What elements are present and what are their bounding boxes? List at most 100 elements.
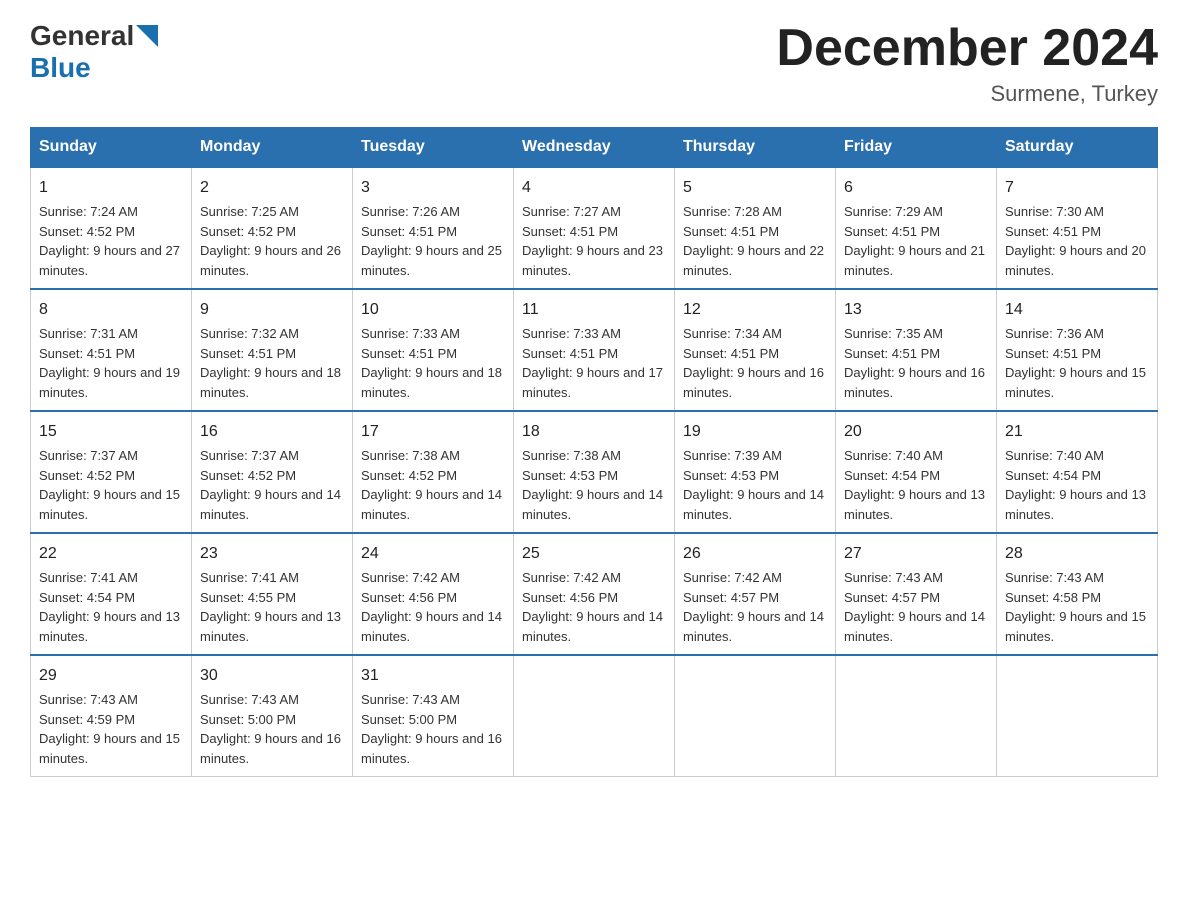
day-number: 14 bbox=[1005, 298, 1149, 322]
title-block: December 2024 Surmene, Turkey bbox=[776, 20, 1158, 107]
day-number: 4 bbox=[522, 176, 666, 200]
calendar-cell: 1 Sunrise: 7:24 AMSunset: 4:52 PMDayligh… bbox=[31, 167, 192, 289]
calendar-cell: 7 Sunrise: 7:30 AMSunset: 4:51 PMDayligh… bbox=[997, 167, 1158, 289]
calendar-cell: 16 Sunrise: 7:37 AMSunset: 4:52 PMDaylig… bbox=[192, 411, 353, 533]
calendar-header: Sunday Monday Tuesday Wednesday Thursday… bbox=[31, 128, 1158, 168]
day-info: Sunrise: 7:26 AMSunset: 4:51 PMDaylight:… bbox=[361, 204, 502, 278]
day-number: 5 bbox=[683, 176, 827, 200]
day-number: 12 bbox=[683, 298, 827, 322]
calendar-cell: 14 Sunrise: 7:36 AMSunset: 4:51 PMDaylig… bbox=[997, 289, 1158, 411]
day-number: 29 bbox=[39, 664, 183, 688]
calendar-week-row: 8 Sunrise: 7:31 AMSunset: 4:51 PMDayligh… bbox=[31, 289, 1158, 411]
day-number: 13 bbox=[844, 298, 988, 322]
day-number: 28 bbox=[1005, 542, 1149, 566]
day-info: Sunrise: 7:42 AMSunset: 4:56 PMDaylight:… bbox=[361, 570, 502, 644]
day-info: Sunrise: 7:40 AMSunset: 4:54 PMDaylight:… bbox=[844, 448, 985, 522]
col-monday: Monday bbox=[192, 128, 353, 168]
day-info: Sunrise: 7:28 AMSunset: 4:51 PMDaylight:… bbox=[683, 204, 824, 278]
day-number: 8 bbox=[39, 298, 183, 322]
calendar-cell: 18 Sunrise: 7:38 AMSunset: 4:53 PMDaylig… bbox=[514, 411, 675, 533]
day-info: Sunrise: 7:30 AMSunset: 4:51 PMDaylight:… bbox=[1005, 204, 1146, 278]
day-number: 11 bbox=[522, 298, 666, 322]
day-info: Sunrise: 7:41 AMSunset: 4:55 PMDaylight:… bbox=[200, 570, 341, 644]
day-info: Sunrise: 7:33 AMSunset: 4:51 PMDaylight:… bbox=[522, 326, 663, 400]
calendar-cell: 3 Sunrise: 7:26 AMSunset: 4:51 PMDayligh… bbox=[353, 167, 514, 289]
day-number: 1 bbox=[39, 176, 183, 200]
day-number: 10 bbox=[361, 298, 505, 322]
day-number: 7 bbox=[1005, 176, 1149, 200]
day-number: 24 bbox=[361, 542, 505, 566]
day-info: Sunrise: 7:27 AMSunset: 4:51 PMDaylight:… bbox=[522, 204, 663, 278]
day-info: Sunrise: 7:43 AMSunset: 4:57 PMDaylight:… bbox=[844, 570, 985, 644]
calendar-cell: 25 Sunrise: 7:42 AMSunset: 4:56 PMDaylig… bbox=[514, 533, 675, 655]
day-info: Sunrise: 7:34 AMSunset: 4:51 PMDaylight:… bbox=[683, 326, 824, 400]
day-info: Sunrise: 7:38 AMSunset: 4:52 PMDaylight:… bbox=[361, 448, 502, 522]
calendar-cell: 30 Sunrise: 7:43 AMSunset: 5:00 PMDaylig… bbox=[192, 655, 353, 777]
day-info: Sunrise: 7:25 AMSunset: 4:52 PMDaylight:… bbox=[200, 204, 341, 278]
calendar-cell: 11 Sunrise: 7:33 AMSunset: 4:51 PMDaylig… bbox=[514, 289, 675, 411]
location-text: Surmene, Turkey bbox=[776, 81, 1158, 107]
calendar-cell: 8 Sunrise: 7:31 AMSunset: 4:51 PMDayligh… bbox=[31, 289, 192, 411]
day-info: Sunrise: 7:41 AMSunset: 4:54 PMDaylight:… bbox=[39, 570, 180, 644]
calendar-cell: 6 Sunrise: 7:29 AMSunset: 4:51 PMDayligh… bbox=[836, 167, 997, 289]
col-sunday: Sunday bbox=[31, 128, 192, 168]
day-info: Sunrise: 7:42 AMSunset: 4:57 PMDaylight:… bbox=[683, 570, 824, 644]
calendar-cell: 20 Sunrise: 7:40 AMSunset: 4:54 PMDaylig… bbox=[836, 411, 997, 533]
calendar-cell: 23 Sunrise: 7:41 AMSunset: 4:55 PMDaylig… bbox=[192, 533, 353, 655]
day-info: Sunrise: 7:36 AMSunset: 4:51 PMDaylight:… bbox=[1005, 326, 1146, 400]
calendar-week-row: 22 Sunrise: 7:41 AMSunset: 4:54 PMDaylig… bbox=[31, 533, 1158, 655]
day-number: 30 bbox=[200, 664, 344, 688]
header-row: Sunday Monday Tuesday Wednesday Thursday… bbox=[31, 128, 1158, 168]
day-info: Sunrise: 7:43 AMSunset: 5:00 PMDaylight:… bbox=[200, 692, 341, 766]
day-info: Sunrise: 7:32 AMSunset: 4:51 PMDaylight:… bbox=[200, 326, 341, 400]
day-number: 25 bbox=[522, 542, 666, 566]
day-number: 9 bbox=[200, 298, 344, 322]
calendar-cell: 17 Sunrise: 7:38 AMSunset: 4:52 PMDaylig… bbox=[353, 411, 514, 533]
month-title: December 2024 bbox=[776, 20, 1158, 77]
day-info: Sunrise: 7:43 AMSunset: 4:59 PMDaylight:… bbox=[39, 692, 180, 766]
day-info: Sunrise: 7:38 AMSunset: 4:53 PMDaylight:… bbox=[522, 448, 663, 522]
calendar-cell: 29 Sunrise: 7:43 AMSunset: 4:59 PMDaylig… bbox=[31, 655, 192, 777]
calendar-body: 1 Sunrise: 7:24 AMSunset: 4:52 PMDayligh… bbox=[31, 167, 1158, 777]
day-number: 16 bbox=[200, 420, 344, 444]
day-number: 18 bbox=[522, 420, 666, 444]
calendar-cell: 10 Sunrise: 7:33 AMSunset: 4:51 PMDaylig… bbox=[353, 289, 514, 411]
day-info: Sunrise: 7:35 AMSunset: 4:51 PMDaylight:… bbox=[844, 326, 985, 400]
day-number: 20 bbox=[844, 420, 988, 444]
calendar-cell: 28 Sunrise: 7:43 AMSunset: 4:58 PMDaylig… bbox=[997, 533, 1158, 655]
calendar-cell: 21 Sunrise: 7:40 AMSunset: 4:54 PMDaylig… bbox=[997, 411, 1158, 533]
col-friday: Friday bbox=[836, 128, 997, 168]
day-info: Sunrise: 7:42 AMSunset: 4:56 PMDaylight:… bbox=[522, 570, 663, 644]
calendar-week-row: 29 Sunrise: 7:43 AMSunset: 4:59 PMDaylig… bbox=[31, 655, 1158, 777]
day-info: Sunrise: 7:37 AMSunset: 4:52 PMDaylight:… bbox=[200, 448, 341, 522]
day-info: Sunrise: 7:29 AMSunset: 4:51 PMDaylight:… bbox=[844, 204, 985, 278]
day-number: 3 bbox=[361, 176, 505, 200]
calendar-cell: 2 Sunrise: 7:25 AMSunset: 4:52 PMDayligh… bbox=[192, 167, 353, 289]
logo-blue-text: Blue bbox=[30, 52, 91, 83]
day-info: Sunrise: 7:37 AMSunset: 4:52 PMDaylight:… bbox=[39, 448, 180, 522]
day-info: Sunrise: 7:40 AMSunset: 4:54 PMDaylight:… bbox=[1005, 448, 1146, 522]
calendar-cell: 9 Sunrise: 7:32 AMSunset: 4:51 PMDayligh… bbox=[192, 289, 353, 411]
col-tuesday: Tuesday bbox=[353, 128, 514, 168]
calendar-cell: 15 Sunrise: 7:37 AMSunset: 4:52 PMDaylig… bbox=[31, 411, 192, 533]
page-header: General Blue December 2024 Surmene, Turk… bbox=[30, 20, 1158, 107]
calendar-table: Sunday Monday Tuesday Wednesday Thursday… bbox=[30, 127, 1158, 777]
day-number: 17 bbox=[361, 420, 505, 444]
calendar-week-row: 1 Sunrise: 7:24 AMSunset: 4:52 PMDayligh… bbox=[31, 167, 1158, 289]
day-info: Sunrise: 7:39 AMSunset: 4:53 PMDaylight:… bbox=[683, 448, 824, 522]
calendar-cell: 27 Sunrise: 7:43 AMSunset: 4:57 PMDaylig… bbox=[836, 533, 997, 655]
day-info: Sunrise: 7:24 AMSunset: 4:52 PMDaylight:… bbox=[39, 204, 180, 278]
logo-triangle-icon bbox=[136, 25, 158, 47]
day-info: Sunrise: 7:31 AMSunset: 4:51 PMDaylight:… bbox=[39, 326, 180, 400]
col-wednesday: Wednesday bbox=[514, 128, 675, 168]
calendar-cell bbox=[836, 655, 997, 777]
day-number: 2 bbox=[200, 176, 344, 200]
day-number: 19 bbox=[683, 420, 827, 444]
day-number: 6 bbox=[844, 176, 988, 200]
calendar-cell: 12 Sunrise: 7:34 AMSunset: 4:51 PMDaylig… bbox=[675, 289, 836, 411]
day-number: 23 bbox=[200, 542, 344, 566]
calendar-cell: 13 Sunrise: 7:35 AMSunset: 4:51 PMDaylig… bbox=[836, 289, 997, 411]
day-number: 21 bbox=[1005, 420, 1149, 444]
day-number: 15 bbox=[39, 420, 183, 444]
calendar-cell: 31 Sunrise: 7:43 AMSunset: 5:00 PMDaylig… bbox=[353, 655, 514, 777]
